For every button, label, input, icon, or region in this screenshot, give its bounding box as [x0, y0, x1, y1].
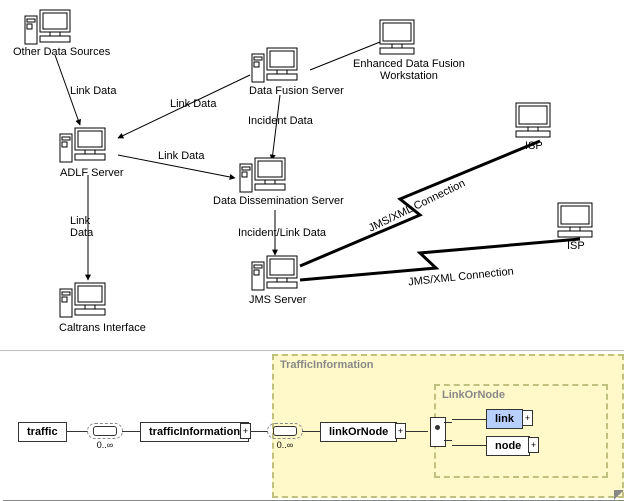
diagram-root: Other Data Sources ADLF Server Caltrans … — [0, 0, 624, 501]
edge-dds-jms-label: Incident/Link Data — [238, 227, 326, 239]
node-other-icon — [25, 10, 70, 44]
node-dds-label: Data Dissemination Server — [213, 195, 344, 207]
node-caltrans-label: Caltrans Interface — [59, 322, 146, 334]
node-isp1-icon — [516, 103, 550, 137]
node-caltrans-icon — [60, 283, 105, 317]
seq-connector-1: 0..∞ — [87, 423, 123, 439]
tab-trafficinfo[interactable]: + — [240, 423, 251, 439]
node-ws-icon — [380, 20, 414, 54]
node-isp2-label: ISP — [567, 240, 585, 252]
linkornode-group: LinkOrNode — [434, 384, 608, 478]
wire-4 — [302, 431, 322, 432]
wire-1 — [66, 431, 88, 432]
trafficinformation-title: TrafficInformation — [280, 359, 374, 371]
elem-link: link — [486, 409, 523, 429]
resize-handle-icon — [614, 490, 624, 500]
node-other-label: Other Data Sources — [13, 46, 110, 58]
tab-link[interactable]: + — [522, 410, 533, 426]
node-jms-icon — [252, 256, 297, 290]
edge-dfs-dds — [272, 95, 280, 160]
edge-dfs-dds-label: Incident Data — [248, 115, 313, 127]
node-dfs-icon — [252, 48, 297, 82]
elem-node: node — [486, 436, 530, 456]
wire-5 — [406, 431, 428, 432]
node-jms-label: JMS Server — [249, 294, 306, 306]
seq-mult-1: 0..∞ — [88, 440, 122, 450]
elem-trafficinfo: trafficInformation — [140, 422, 249, 442]
node-dds-icon — [240, 158, 285, 192]
wire-2 — [122, 431, 142, 432]
edge-adlf-dds-label: Link Data — [158, 150, 204, 162]
elem-traffic: traffic — [18, 422, 67, 442]
node-isp2-icon — [558, 203, 592, 237]
edge-other-adlf-label: Link Data — [70, 85, 116, 97]
seq-connector-2: 0..∞ — [267, 423, 303, 439]
node-dfs-label: Data Fusion Server — [249, 85, 344, 97]
edge-dfs-adlf-label: Link Data — [170, 98, 216, 110]
node-isp1-label: ISP — [525, 140, 543, 152]
node-ws-label: Enhanced Data Fusion Workstation — [353, 58, 465, 82]
edge-adlf-cal-label: Link Data — [70, 215, 93, 239]
tab-node[interactable]: + — [528, 437, 539, 453]
choice-switch — [430, 417, 446, 447]
node-adlf-icon — [60, 128, 105, 162]
seq-mult-2: 0..∞ — [268, 440, 302, 450]
linkornode-title: LinkOrNode — [442, 389, 505, 401]
wire-6a — [452, 419, 486, 420]
node-adlf-label: ADLF Server — [60, 167, 124, 179]
elem-linkornode: linkOrNode — [320, 422, 397, 442]
wire-6b — [452, 445, 486, 446]
schema-panel: TrafficInformation LinkOrNode traffic tr… — [0, 350, 624, 500]
tab-linkornode[interactable]: + — [395, 423, 406, 439]
